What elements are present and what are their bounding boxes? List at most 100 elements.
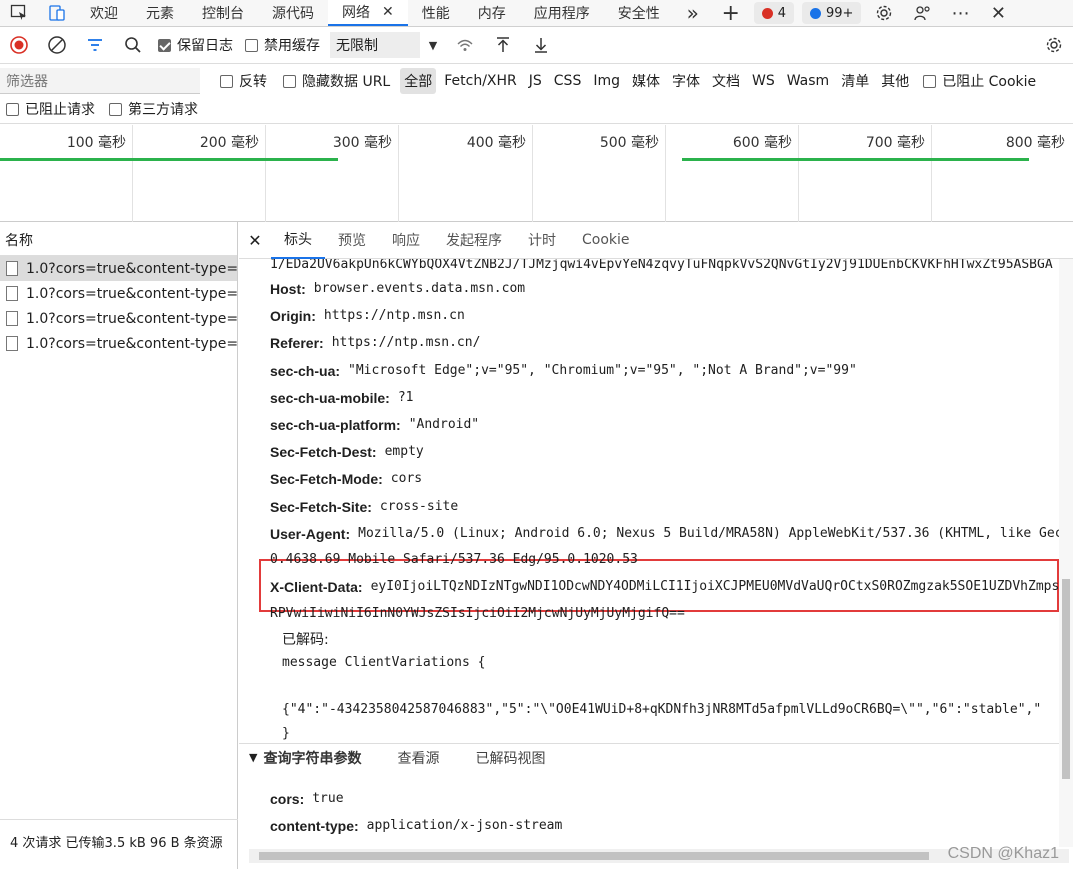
chevron-down-icon[interactable]: ▼ bbox=[420, 27, 446, 64]
request-row[interactable]: 1.0?cors=true&content-type=... bbox=[0, 281, 237, 306]
wifi-conditions-icon[interactable] bbox=[446, 27, 484, 64]
triangle-down-icon[interactable]: ▼ bbox=[249, 751, 257, 764]
file-icon bbox=[6, 286, 18, 301]
invert-checkbox[interactable]: 反转 bbox=[220, 71, 267, 91]
filter-type-doc[interactable]: 文档 bbox=[708, 68, 744, 94]
tab-performance[interactable]: 性能 bbox=[408, 0, 464, 26]
timeline-label: 400 毫秒 bbox=[466, 135, 526, 151]
filter-type-ws[interactable]: WS bbox=[748, 70, 779, 92]
view-source-link[interactable]: 查看源 bbox=[397, 748, 439, 768]
filter-type-fetch-xhr[interactable]: Fetch/XHR bbox=[440, 70, 521, 92]
tab-network[interactable]: 网络 ✕ bbox=[328, 0, 408, 26]
vertical-scrollbar[interactable] bbox=[1059, 259, 1073, 847]
filter-icon[interactable] bbox=[76, 27, 114, 64]
scrollbar-thumb[interactable] bbox=[1062, 579, 1070, 779]
filter-type-wasm[interactable]: Wasm bbox=[783, 70, 833, 92]
close-tab-icon[interactable]: ✕ bbox=[382, 4, 394, 20]
tab-welcome[interactable]: 欢迎 bbox=[76, 0, 132, 26]
filter-input[interactable] bbox=[0, 68, 200, 94]
file-icon bbox=[6, 261, 18, 276]
timeline-column: 300 毫秒 bbox=[266, 125, 399, 222]
tab-elements[interactable]: 元素 bbox=[132, 0, 188, 26]
header-row: Sec-Fetch-Mode: cors bbox=[270, 470, 423, 487]
decoded-label: 已解码: bbox=[282, 631, 329, 648]
header-row: Sec-Fetch-Site: cross-site bbox=[270, 498, 459, 515]
blocked-cookies-checkbox[interactable]: 已阻止 Cookie bbox=[923, 71, 1036, 91]
decoded-message-line: message ClientVariations { bbox=[282, 655, 486, 670]
errors-badge[interactable]: 4 bbox=[753, 2, 795, 24]
timeline-column: 600 毫秒 bbox=[666, 125, 799, 222]
preserve-log-checkbox[interactable]: 保留日志 bbox=[158, 35, 233, 55]
filter-type-all[interactable]: 全部 bbox=[400, 68, 437, 94]
timeline-column: 700 毫秒 bbox=[799, 125, 932, 222]
inspect-element-icon[interactable] bbox=[0, 0, 38, 26]
scrollbar-thumb[interactable] bbox=[259, 852, 929, 860]
request-row[interactable]: 1.0?cors=true&content-type=... bbox=[0, 256, 237, 281]
checkbox-icon bbox=[283, 74, 296, 88]
device-emulation-icon[interactable] bbox=[38, 0, 76, 26]
record-stop-icon[interactable] bbox=[0, 27, 38, 64]
request-row[interactable]: 1.0?cors=true&content-type=... bbox=[0, 331, 237, 356]
filter-type-img[interactable]: Img bbox=[589, 70, 624, 92]
disable-cache-checkbox[interactable]: 禁用缓存 bbox=[245, 35, 320, 55]
import-har-icon[interactable] bbox=[484, 27, 522, 64]
third-party-checkbox[interactable]: 第三方请求 bbox=[109, 99, 198, 119]
error-icon bbox=[761, 7, 773, 19]
tab-initiator[interactable]: 发起程序 bbox=[433, 222, 515, 259]
settings-gear-icon[interactable] bbox=[865, 0, 903, 26]
filter-type-js[interactable]: JS bbox=[525, 70, 546, 92]
name-column-header[interactable]: 名称 bbox=[0, 222, 237, 256]
request-timing-bar bbox=[682, 158, 1029, 161]
header-row: Host: browser.events.data.msn.com bbox=[270, 280, 526, 297]
tab-security[interactable]: 安全性 bbox=[604, 0, 674, 26]
more-tabs-icon[interactable]: » bbox=[674, 0, 712, 26]
filter-type-other[interactable]: 其他 bbox=[877, 68, 913, 94]
add-tab-icon[interactable]: + bbox=[712, 0, 750, 26]
throttling-select[interactable]: 无限制 bbox=[330, 32, 420, 58]
detail-tabs: ✕ 标头 预览 响应 发起程序 计时 Cookie bbox=[239, 222, 1073, 259]
tab-application[interactable]: 应用程序 bbox=[520, 0, 604, 26]
tab-headers[interactable]: 标头 bbox=[271, 222, 325, 259]
network-summary: 4 次请求 已传输3.5 kB 96 B 条资源 bbox=[0, 819, 238, 869]
header-row: Origin: https://ntp.msn.cn bbox=[270, 307, 465, 324]
blocked-requests-checkbox[interactable]: 已阻止请求 bbox=[6, 99, 95, 119]
filter-type-media[interactable]: 媒体 bbox=[628, 68, 664, 94]
query-string-section-header[interactable]: ▼ 查询字符串参数 查看源 已解码视图 bbox=[239, 743, 1073, 771]
network-settings-gear-icon[interactable] bbox=[1035, 27, 1073, 64]
header-row-continuation: RPVwiIiwiNiI6InN0YWJsZSIsIjciOiI2MjcwNjU… bbox=[270, 606, 685, 621]
checkbox-checked-icon bbox=[158, 38, 171, 52]
customize-icon[interactable] bbox=[903, 0, 941, 26]
timeline-label: 200 毫秒 bbox=[199, 135, 259, 151]
timeline-label: 600 毫秒 bbox=[732, 135, 792, 151]
message-icon bbox=[810, 7, 822, 19]
tab-response[interactable]: 响应 bbox=[379, 222, 433, 259]
tab-preview[interactable]: 预览 bbox=[325, 222, 379, 259]
search-icon[interactable] bbox=[114, 27, 152, 64]
request-row[interactable]: 1.0?cors=true&content-type=... bbox=[0, 306, 237, 331]
tab-memory[interactable]: 内存 bbox=[464, 0, 520, 26]
timeline-column: 500 毫秒 bbox=[533, 125, 666, 222]
horizontal-scrollbar[interactable] bbox=[249, 849, 1069, 863]
export-har-icon[interactable] bbox=[522, 27, 560, 64]
tab-timing[interactable]: 计时 bbox=[515, 222, 569, 259]
close-detail-icon[interactable]: ✕ bbox=[239, 231, 271, 250]
clear-icon[interactable] bbox=[38, 27, 76, 64]
messages-badge[interactable]: 99+ bbox=[802, 2, 862, 24]
timeline-label: 500 毫秒 bbox=[599, 135, 659, 151]
requests-panel: 名称 1.0?cors=true&content-type=... 1.0?co… bbox=[0, 222, 238, 869]
filter-type-font[interactable]: 字体 bbox=[668, 68, 704, 94]
view-decoded-link[interactable]: 已解码视图 bbox=[475, 748, 545, 768]
tab-cookies[interactable]: Cookie bbox=[569, 222, 643, 259]
hide-data-url-checkbox[interactable]: 隐藏数据 URL bbox=[283, 71, 390, 91]
header-row: sec-ch-ua-platform: "Android" bbox=[270, 416, 480, 433]
filter-type-manifest[interactable]: 清单 bbox=[837, 68, 873, 94]
devtools-tab-bar: 欢迎 元素 控制台 源代码 网络 ✕ 性能 内存 应用程序 安全性 » + 4 9… bbox=[0, 0, 1073, 27]
tab-sources[interactable]: 源代码 bbox=[258, 0, 328, 26]
filter-type-css[interactable]: CSS bbox=[550, 70, 586, 92]
close-devtools-icon[interactable]: ✕ bbox=[979, 0, 1017, 26]
more-menu-icon[interactable]: ⋯ bbox=[941, 0, 979, 26]
header-row: Sec-Fetch-Dest: empty bbox=[270, 443, 424, 460]
tab-console[interactable]: 控制台 bbox=[188, 0, 258, 26]
header-row: sec-ch-ua: "Microsoft Edge";v="95", "Chro… bbox=[270, 362, 857, 379]
timeline-overview[interactable]: 100 毫秒 200 毫秒 300 毫秒 400 毫秒 500 毫秒 600 毫… bbox=[0, 125, 1073, 222]
